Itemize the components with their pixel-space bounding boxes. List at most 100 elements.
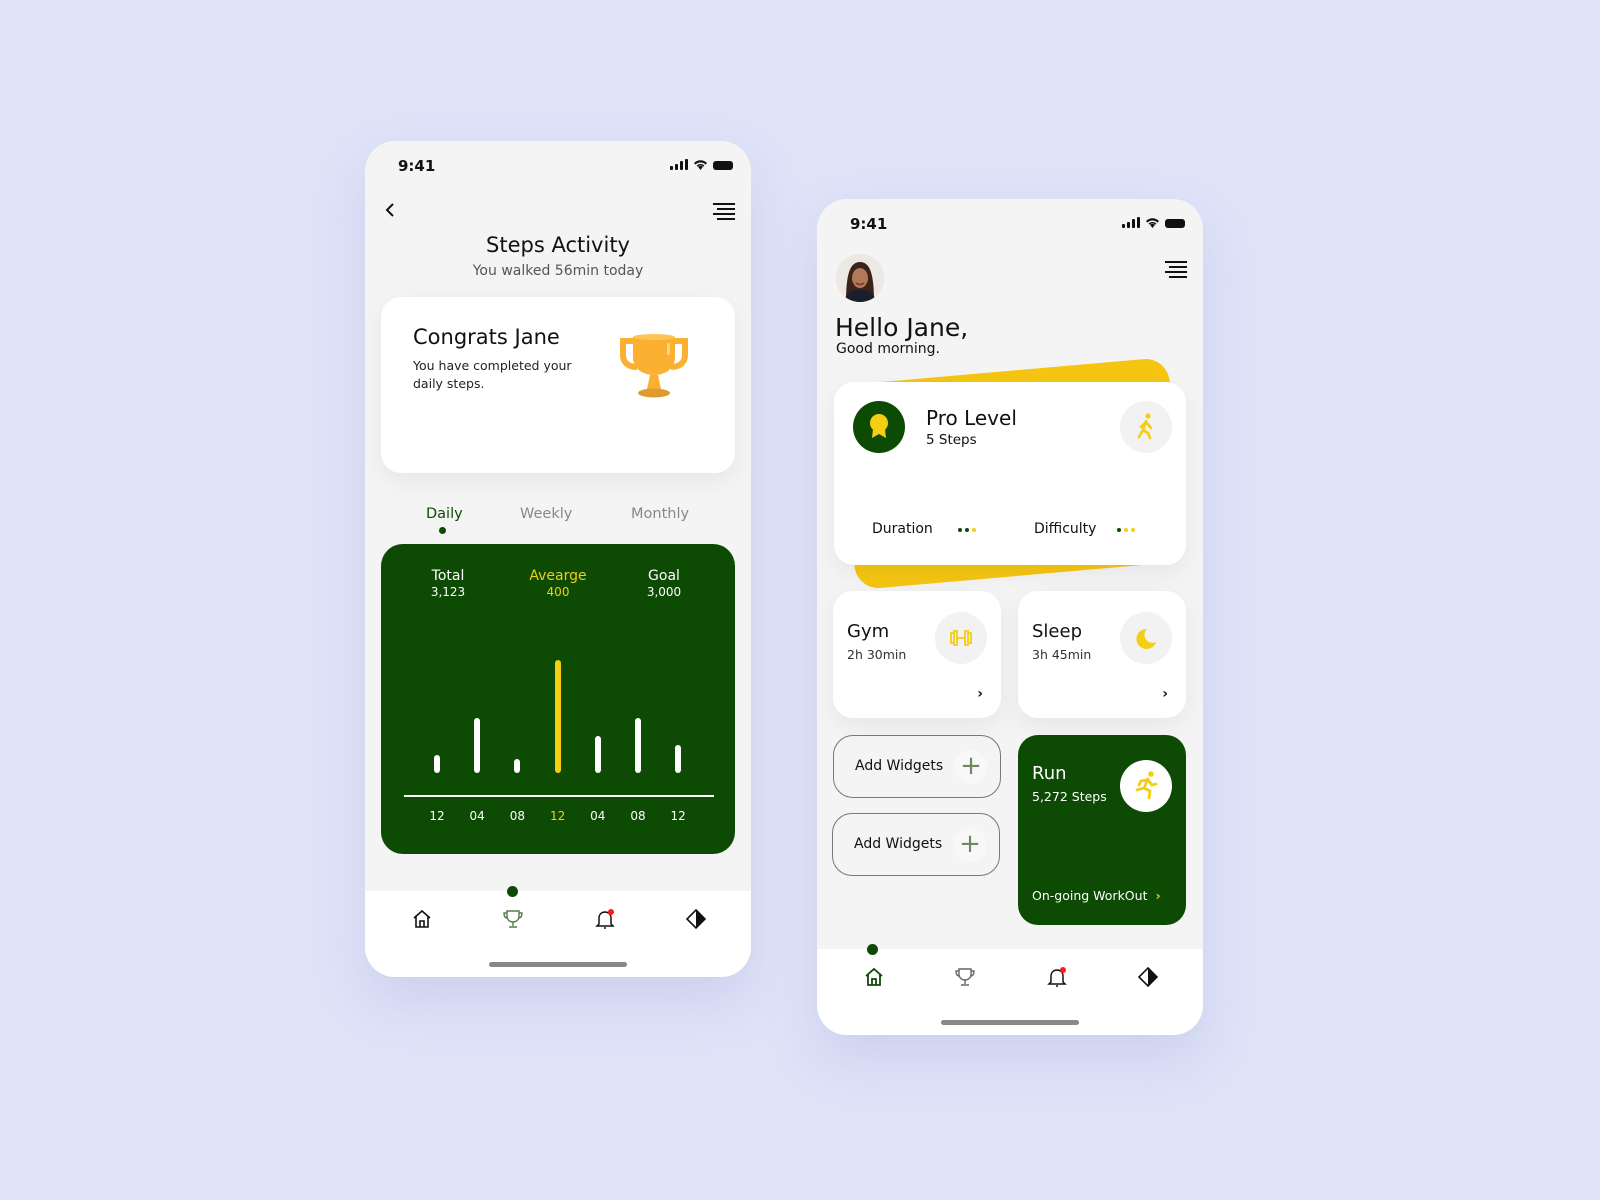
x-tick-label: 12 [670, 809, 686, 823]
plus-icon: + [953, 828, 987, 862]
battery-icon [713, 161, 733, 170]
back-chevron-icon[interactable] [383, 203, 397, 217]
gym-card[interactable]: Gym 2h 30min › [833, 591, 1001, 718]
status-icons [1122, 217, 1185, 228]
menu-icon[interactable] [1165, 261, 1187, 278]
tab-daily[interactable]: Daily [426, 506, 463, 522]
sleep-card[interactable]: Sleep 3h 45min › [1018, 591, 1186, 718]
add-widget-label: Add Widgets [854, 836, 943, 852]
notification-badge [608, 909, 614, 915]
active-nav-indicator [507, 886, 518, 897]
home-indicator [941, 1020, 1079, 1025]
home-indicator [489, 962, 627, 967]
walking-icon [1137, 413, 1153, 440]
home-icon[interactable] [410, 907, 434, 931]
chevron-right-icon[interactable]: › [977, 686, 983, 702]
avatar[interactable] [836, 254, 884, 302]
chart-bar[interactable] [434, 754, 440, 773]
status-time: 9:41 [850, 215, 888, 233]
chart-bar[interactable] [635, 717, 641, 773]
signal-icon [670, 159, 688, 170]
trophy-icon[interactable] [501, 907, 525, 931]
page-subtitle: You walked 56min today [472, 263, 644, 279]
difficulty-dots [1117, 528, 1135, 532]
page-title: Steps Activity [486, 233, 630, 257]
award-badge [853, 401, 905, 453]
run-title: Run [1032, 763, 1067, 784]
steps-chart-card: Total 3,123 Avearge 400 Goal 3,000 12 04 0… [381, 544, 735, 854]
contrast-icon[interactable] [684, 907, 708, 931]
active-nav-indicator [867, 944, 878, 955]
chart-bar[interactable] [554, 659, 561, 773]
ongoing-label: On-going WorkOut [1032, 888, 1148, 903]
wifi-icon [1146, 218, 1159, 228]
wifi-icon [694, 160, 707, 170]
steps-activity-screen: 9:41 Steps Activity You walked 56min tod… [365, 141, 751, 977]
sleep-value: 3h 45min [1032, 647, 1092, 662]
trophy-icon[interactable] [953, 965, 977, 989]
pro-level-steps: 5 Steps [926, 432, 977, 448]
status-time: 9:41 [398, 157, 436, 175]
x-tick-label: 12 [429, 809, 445, 823]
bell-icon[interactable] [1045, 965, 1069, 989]
difficulty-label: Difficulty [1034, 521, 1097, 537]
active-tab-indicator [439, 527, 446, 534]
x-tick-label: 12 [549, 809, 566, 823]
gym-value: 2h 30min [847, 647, 907, 662]
signal-icon [1122, 217, 1140, 228]
chart-bar[interactable] [474, 717, 481, 773]
sub-greeting: Good morning. [836, 341, 941, 357]
run-steps: 5,272 Steps [1032, 789, 1107, 804]
run-icon-wrap [1120, 760, 1172, 812]
congrats-title: Congrats Jane [413, 325, 560, 349]
sleep-title: Sleep [1032, 621, 1083, 642]
notification-badge [1060, 967, 1066, 973]
chevron-right-icon: › [1155, 888, 1161, 903]
add-widget-label: Add Widgets [855, 758, 944, 774]
bottom-nav [817, 944, 1203, 1035]
status-bar: 9:41 [365, 155, 751, 175]
add-widget-button[interactable]: Add Widgets + [832, 813, 1000, 876]
tab-monthly[interactable]: Monthly [631, 506, 689, 522]
gym-icon-wrap [935, 612, 987, 664]
walk-button[interactable] [1120, 401, 1172, 453]
status-icons [670, 159, 733, 170]
x-tick-label: 08 [509, 809, 526, 823]
running-icon [1135, 771, 1158, 800]
bar-chart [381, 544, 735, 854]
chart-bar[interactable] [514, 759, 521, 773]
gym-title: Gym [847, 621, 890, 642]
menu-icon[interactable] [713, 203, 735, 220]
home-icon[interactable] [862, 965, 886, 989]
add-widget-button[interactable]: Add Widgets + [833, 735, 1001, 798]
congrats-message: You have completed your daily steps. [413, 358, 572, 391]
ongoing-workout-link[interactable]: On-going WorkOut › [1032, 888, 1161, 903]
award-icon [870, 414, 888, 438]
period-tabs: Daily Weekly Monthly [365, 506, 751, 536]
run-card[interactable]: Run 5,272 Steps On-going WorkOut › [1018, 735, 1186, 925]
congrats-card: Congrats Jane You have completed your da… [381, 297, 735, 473]
contrast-icon[interactable] [1136, 965, 1160, 989]
greeting: Hello Jane, [835, 313, 969, 342]
chart-bar[interactable] [594, 735, 601, 773]
status-bar: 9:41 [817, 213, 1203, 233]
sleep-icon-wrap [1120, 612, 1172, 664]
avatar-image [836, 254, 884, 302]
bell-icon[interactable] [593, 907, 617, 931]
chart-bar[interactable] [675, 744, 682, 773]
pro-level-card[interactable]: Pro Level 5 Steps Duration Difficulty [834, 382, 1186, 565]
battery-icon [1165, 219, 1185, 228]
moon-icon [1136, 628, 1156, 649]
trophy-icon [620, 334, 688, 398]
pro-level-title: Pro Level [926, 406, 1017, 430]
x-axis-line [404, 795, 714, 797]
duration-dots [958, 528, 976, 532]
chevron-right-icon[interactable]: › [1162, 686, 1168, 702]
x-tick-label: 04 [469, 809, 485, 823]
tab-weekly[interactable]: Weekly [520, 506, 572, 522]
bottom-nav [365, 886, 751, 977]
home-screen: 9:41 Hello Jane, Good morning. Pro Level… [817, 199, 1203, 1035]
plus-icon: + [954, 750, 988, 784]
x-tick-label: 04 [590, 809, 606, 823]
dumbbell-icon [950, 630, 972, 646]
